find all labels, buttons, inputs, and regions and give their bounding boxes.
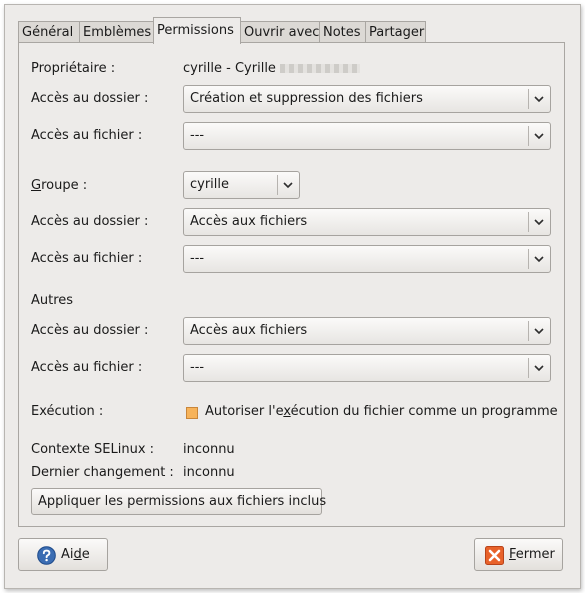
group-folder-access-value: Accès aux fichiers bbox=[190, 214, 308, 229]
help-button-label: Aide bbox=[61, 547, 90, 562]
group-folder-access-label: Accès au dossier : bbox=[31, 214, 149, 229]
close-button[interactable]: Fermer bbox=[474, 538, 563, 571]
others-folder-access-value: Accès aux fichiers bbox=[190, 323, 308, 338]
owner-file-access-select[interactable]: --- bbox=[183, 122, 551, 150]
group-label: Groupe : bbox=[31, 178, 88, 193]
others-heading: Autres bbox=[31, 293, 74, 308]
tab-permissions[interactable]: Permissions bbox=[153, 17, 241, 44]
tab-emblems[interactable]: Emblèmes bbox=[79, 21, 154, 43]
owner-folder-access-select[interactable]: Création et suppression des fichiers bbox=[183, 85, 551, 113]
combo-separator bbox=[528, 249, 529, 269]
group-file-access-select[interactable]: --- bbox=[183, 245, 551, 273]
combo-separator bbox=[528, 89, 529, 109]
others-folder-access-select[interactable]: Accès aux fichiers bbox=[183, 317, 551, 345]
group-select[interactable]: cyrille bbox=[183, 171, 300, 199]
execution-label: Exécution : bbox=[31, 404, 104, 419]
others-file-access-value: --- bbox=[190, 360, 205, 375]
chevron-down-icon bbox=[534, 219, 544, 226]
tab-notes[interactable]: Notes bbox=[319, 21, 366, 43]
combo-separator bbox=[528, 126, 529, 146]
tab-open-with[interactable]: Ouvrir avec bbox=[240, 21, 320, 43]
owner-value: cyrille - Cyrille bbox=[183, 61, 360, 76]
others-file-access-select[interactable]: --- bbox=[183, 354, 551, 382]
close-button-label: Fermer bbox=[509, 547, 555, 562]
group-file-access-value: --- bbox=[190, 251, 205, 266]
close-icon bbox=[485, 546, 504, 565]
group-value: cyrille bbox=[190, 177, 230, 192]
owner-file-access-value: --- bbox=[190, 128, 205, 143]
chevron-down-icon bbox=[534, 365, 544, 372]
tab-general[interactable]: Général bbox=[18, 21, 80, 43]
combo-separator bbox=[528, 212, 529, 232]
properties-window: Général Emblèmes Permissions Ouvrir avec… bbox=[4, 4, 581, 589]
selinux-label: Contexte SELinux : bbox=[31, 442, 155, 457]
tab-share[interactable]: Partager bbox=[365, 21, 426, 43]
others-folder-access-label: Accès au dossier : bbox=[31, 323, 149, 338]
chevron-down-icon bbox=[283, 182, 293, 189]
chevron-down-icon bbox=[534, 256, 544, 263]
combo-separator bbox=[528, 358, 529, 378]
help-button[interactable]: Aide bbox=[18, 538, 108, 571]
owner-name-redacted bbox=[279, 64, 360, 73]
owner-label: Propriétaire : bbox=[31, 61, 116, 76]
last-change-value: inconnu bbox=[183, 465, 235, 480]
chevron-down-icon bbox=[534, 133, 544, 140]
last-change-label: Dernier changement : bbox=[31, 465, 174, 480]
help-icon bbox=[37, 546, 56, 565]
selinux-value: inconnu bbox=[183, 442, 235, 457]
permissions-panel: Propriétaire : cyrille - Cyrille Accès a… bbox=[18, 42, 565, 527]
others-file-access-label: Accès au fichier : bbox=[31, 360, 143, 375]
owner-file-access-label: Accès au fichier : bbox=[31, 128, 143, 143]
execute-checkbox-label[interactable]: Autoriser l'exécution du fichier comme u… bbox=[205, 404, 558, 419]
execute-checkbox[interactable] bbox=[186, 407, 198, 419]
combo-separator bbox=[528, 321, 529, 341]
owner-folder-access-value: Création et suppression des fichiers bbox=[190, 91, 423, 106]
group-file-access-label: Accès au fichier : bbox=[31, 251, 143, 266]
group-folder-access-select[interactable]: Accès aux fichiers bbox=[183, 208, 551, 236]
combo-separator bbox=[277, 175, 278, 195]
chevron-down-icon bbox=[534, 96, 544, 103]
chevron-down-icon bbox=[534, 328, 544, 335]
apply-to-enclosed-button[interactable]: Appliquer les permissions aux fichiers i… bbox=[31, 488, 326, 515]
owner-folder-access-label: Accès au dossier : bbox=[31, 91, 149, 106]
